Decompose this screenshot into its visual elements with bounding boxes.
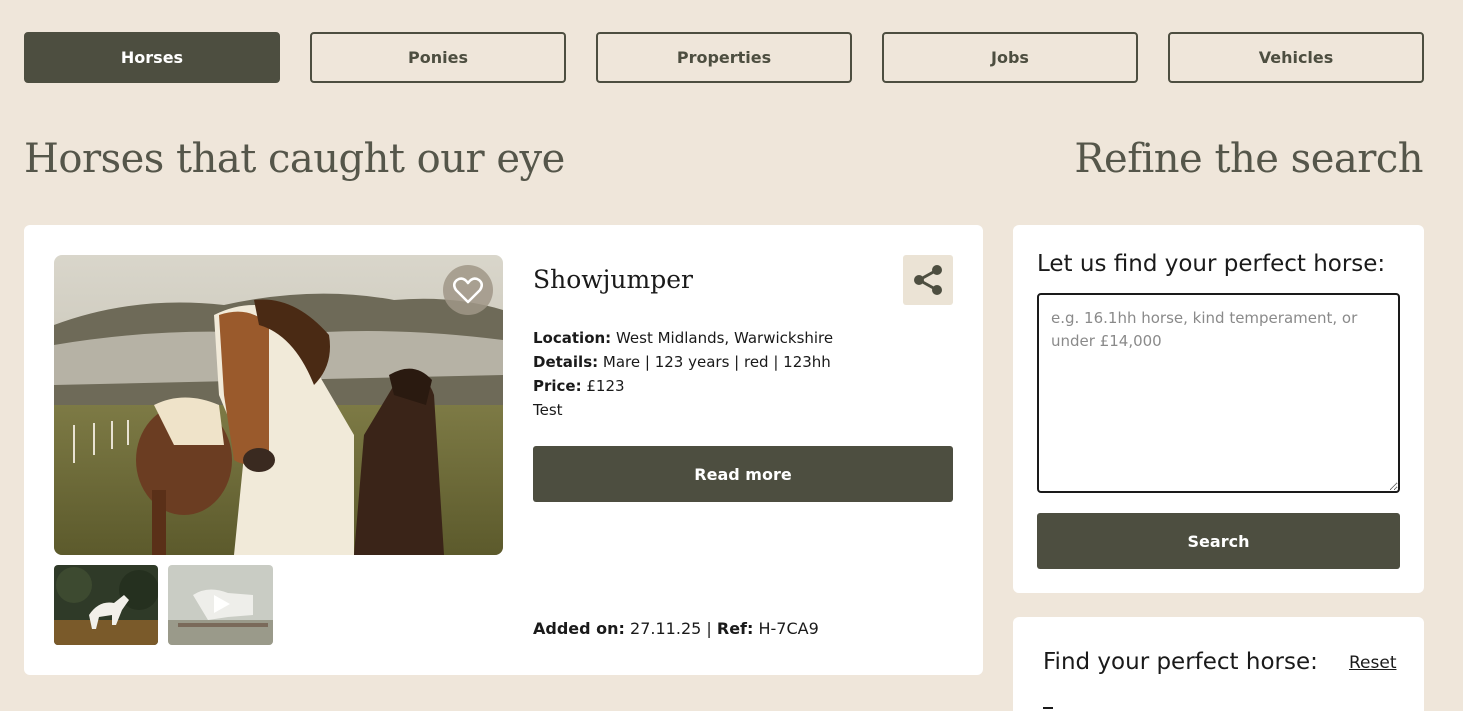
filter-panel: Find your perfect horse: Reset (1013, 617, 1424, 711)
collapse-indicator[interactable] (1043, 707, 1053, 709)
ref-value: H-7CA9 (758, 619, 819, 638)
tab-vehicles[interactable]: Vehicles (1168, 32, 1424, 83)
price-row: Price: £123 (533, 374, 833, 398)
horses-photo (54, 255, 503, 555)
read-more-button[interactable]: Read more (533, 446, 953, 502)
details-value: Mare | 123 years | red | 123hh (602, 353, 831, 371)
play-icon (214, 595, 230, 613)
filter-panel-title: Find your perfect horse: (1043, 649, 1318, 675)
details-label: Details: (533, 353, 599, 371)
reset-link[interactable]: Reset (1349, 653, 1397, 673)
thumbnail-photo[interactable] (54, 565, 158, 645)
listing-note: Test (533, 401, 563, 419)
details-row: Details: Mare | 123 years | red | 123hh (533, 350, 833, 374)
added-label: Added on: (533, 619, 625, 638)
featured-heading: Horses that caught our eye (24, 136, 565, 182)
separator: | (706, 619, 712, 638)
heart-icon (453, 277, 483, 304)
price-value: £123 (586, 377, 625, 395)
listing-card: Showjumper Location: West Midlands, Warw… (24, 225, 983, 675)
share-icon (914, 265, 942, 295)
listing-main-photo[interactable] (54, 255, 503, 555)
tab-horses[interactable]: Horses (24, 32, 280, 83)
listing-title: Showjumper (533, 265, 693, 294)
share-button[interactable] (903, 255, 953, 305)
listing-details: Location: West Midlands, Warwickshire De… (533, 326, 833, 422)
search-query-input[interactable] (1037, 293, 1400, 493)
white-horse-thumbnail (54, 565, 158, 645)
location-label: Location: (533, 329, 612, 347)
ref-label: Ref: (716, 619, 754, 638)
search-panel: Let us find your perfect horse: Search (1013, 225, 1424, 593)
favourite-button[interactable] (443, 265, 493, 315)
added-date: 27.11.25 (630, 619, 702, 638)
location-row: Location: West Midlands, Warwickshire (533, 326, 833, 350)
search-panel-title: Let us find your perfect horse: (1037, 251, 1386, 277)
search-button[interactable]: Search (1037, 513, 1400, 569)
refine-heading: Refine the search (1074, 136, 1423, 182)
price-label: Price: (533, 377, 582, 395)
category-tabs: Horses Ponies Properties Jobs Vehicles (24, 32, 1424, 83)
tab-jobs[interactable]: Jobs (882, 32, 1138, 83)
tab-properties[interactable]: Properties (596, 32, 852, 83)
video-thumbnail[interactable] (168, 565, 273, 645)
tab-ponies[interactable]: Ponies (310, 32, 566, 83)
location-value: West Midlands, Warwickshire (615, 329, 834, 347)
added-ref-row: Added on: 27.11.25 | Ref: H-7CA9 (533, 619, 819, 638)
